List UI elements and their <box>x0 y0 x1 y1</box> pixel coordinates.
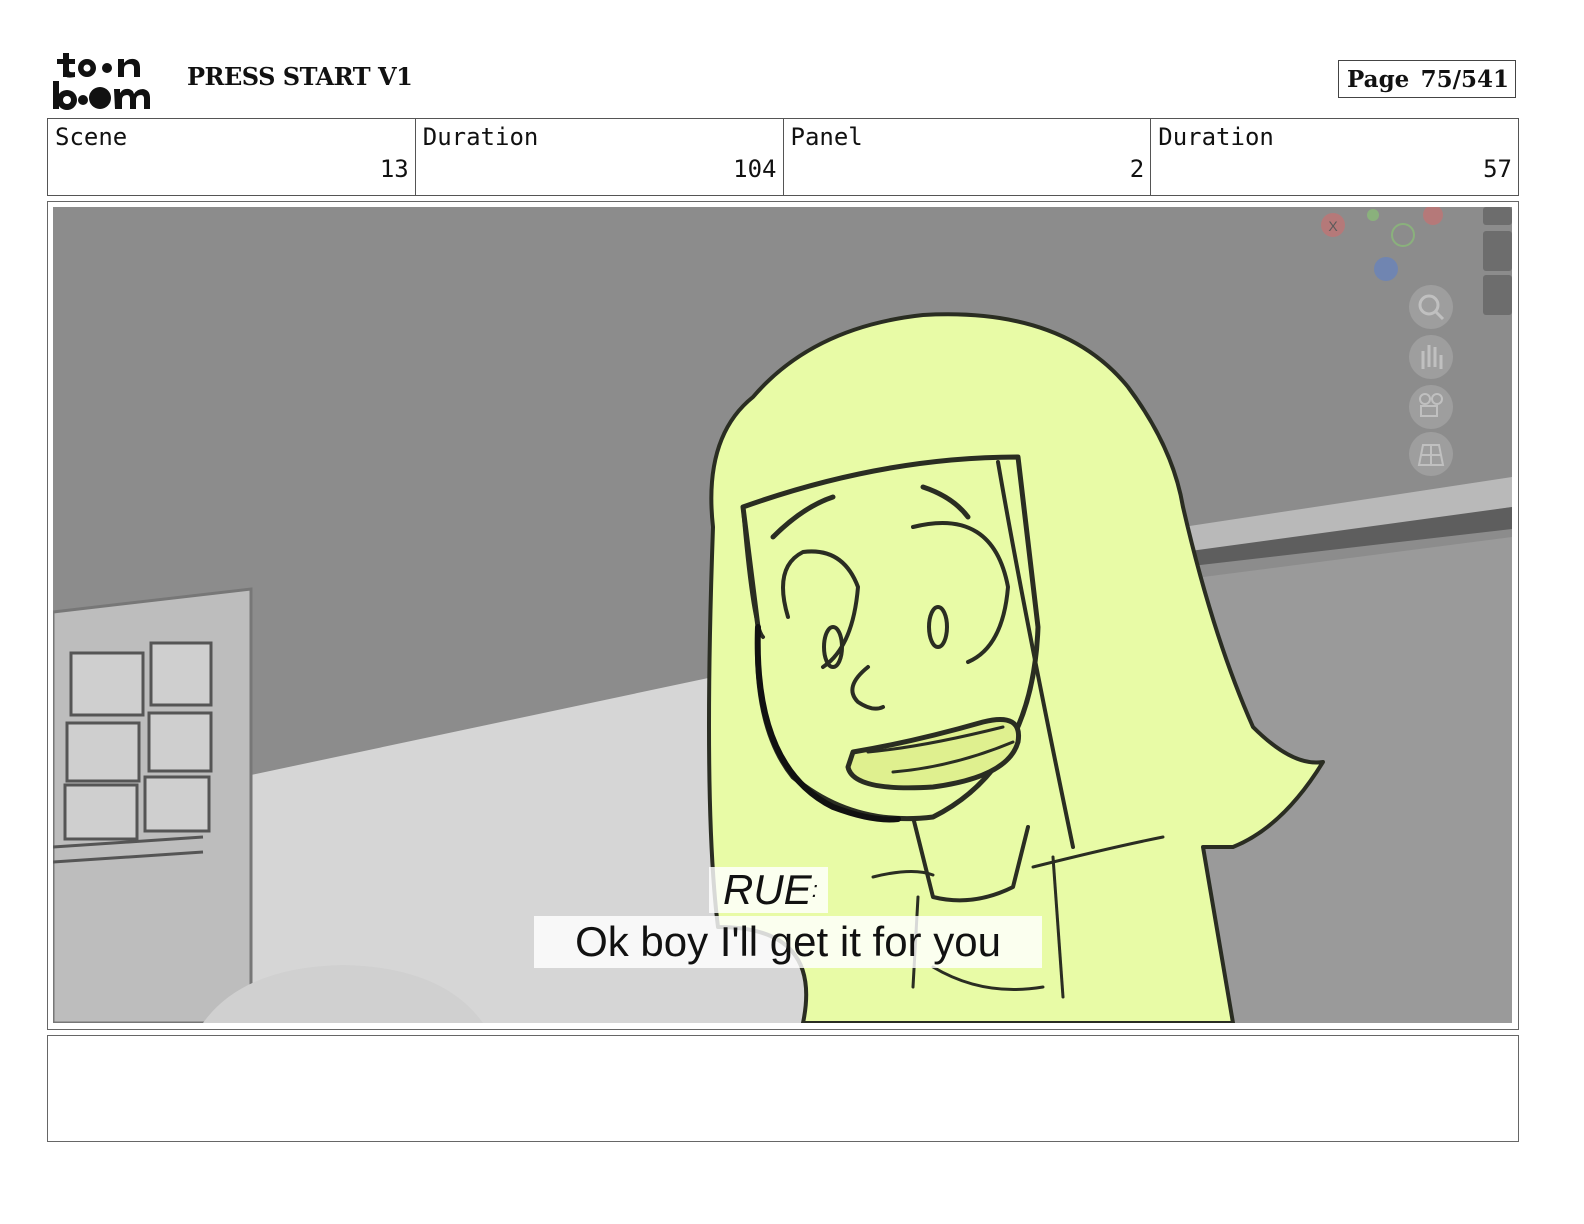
door <box>53 587 253 1023</box>
document-title: PRESS START V1 <box>187 62 413 91</box>
pan-hand-icon <box>1409 335 1453 379</box>
scene-duration-cell: Duration 104 <box>416 119 784 195</box>
panel-value: 2 <box>1129 155 1145 183</box>
camera-icon <box>1409 385 1453 429</box>
character-name: RUE <box>723 866 812 913</box>
toon-boom-logo <box>53 53 150 110</box>
scene-value: 13 <box>379 155 409 183</box>
panel-duration-value: 57 <box>1483 155 1512 183</box>
panel-duration-label: Duration <box>1158 123 1274 151</box>
svg-text:X: X <box>1328 218 1338 234</box>
panel-notes-box[interactable] <box>47 1035 1519 1142</box>
panel-frame: X RUE: Ok boy I'll get it for you <box>47 201 1519 1030</box>
panel-label: Panel <box>790 123 863 151</box>
page-number: 75/541 <box>1420 65 1509 93</box>
scene-duration-label: Duration <box>422 123 539 151</box>
dialogue-caption: Ok boy I'll get it for you <box>534 916 1042 968</box>
dialogue-speaker-caption: RUE: <box>709 867 828 913</box>
grid-icon <box>1409 432 1453 476</box>
zoom-icon <box>1409 285 1453 329</box>
scene-cell: Scene 13 <box>48 119 416 195</box>
panel-duration-cell: Duration 57 <box>1151 119 1518 195</box>
page-label: Page <box>1347 65 1410 93</box>
scene-label: Scene <box>55 123 128 151</box>
page-indicator: Page 75/541 <box>1338 60 1516 98</box>
panel-cell: Panel 2 <box>784 119 1152 195</box>
scene-duration-value: 104 <box>733 155 777 183</box>
panel-info-row: Scene 13 Duration 104 Panel 2 Duration 5… <box>47 118 1519 196</box>
speaker-colon: : <box>811 877 818 902</box>
